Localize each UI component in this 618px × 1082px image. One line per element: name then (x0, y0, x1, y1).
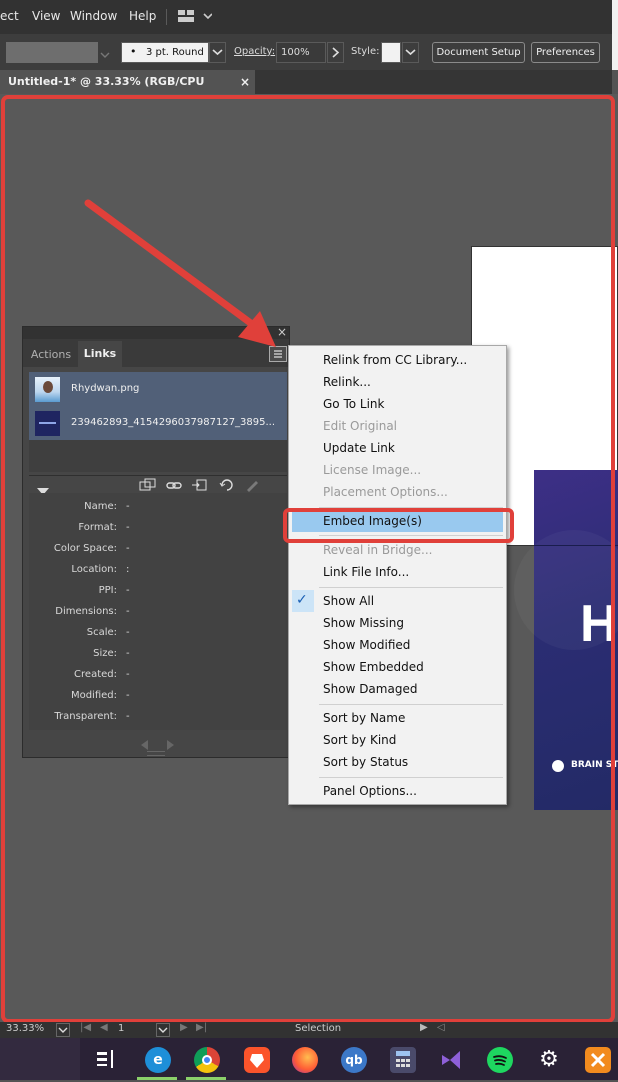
spotify-icon[interactable] (487, 1047, 513, 1073)
task-view-icon[interactable] (96, 1050, 116, 1072)
annotation-highlight-box (283, 508, 514, 543)
calculator-icon[interactable] (390, 1047, 416, 1073)
settings-icon[interactable]: ⚙ (536, 1047, 562, 1073)
menu-bar: ect View Window Help (0, 0, 618, 70)
menubar-divider (166, 9, 167, 25)
next-artboard-icon[interactable]: ▶ (180, 1022, 188, 1033)
stroke-weight-dropdown-icon[interactable] (100, 50, 110, 61)
graphic-style-dropdown[interactable] (402, 42, 419, 63)
status-menu-arrow-icon[interactable]: ▶ (420, 1022, 428, 1033)
brush-profile-dropdown[interactable] (209, 42, 226, 63)
last-artboard-icon[interactable]: ▶| (196, 1022, 207, 1033)
menu-item-view[interactable]: View (32, 9, 60, 23)
annotation-arrow-icon (84, 199, 276, 347)
document-setup-button[interactable]: Document Setup (432, 42, 525, 63)
control-bar: • 3 pt. Round Opacity: 100% Style: Docum… (0, 34, 612, 70)
windows-taskbar: e qb ⚙ (0, 1038, 618, 1080)
zoom-dropdown[interactable] (56, 1023, 70, 1037)
brush-dot-icon: • (130, 45, 137, 58)
menu-item-select[interactable]: ect (0, 9, 19, 23)
brush-profile-field[interactable]: • 3 pt. Round (121, 42, 209, 63)
chrome-icon[interactable] (194, 1047, 220, 1073)
previous-artboard-icon[interactable]: ◀ (100, 1022, 108, 1033)
edge-icon[interactable]: e (145, 1047, 171, 1073)
status-bar: 33.33% |◀ ◀ 1 ▶ ▶| Selection ▶ ◁ (0, 1022, 618, 1038)
preferences-button[interactable]: Preferences (531, 42, 600, 63)
visual-studio-icon[interactable] (438, 1047, 464, 1073)
opacity-label[interactable]: Opacity: (234, 46, 275, 57)
qbittorrent-icon[interactable]: qb (341, 1047, 367, 1073)
firefox-icon[interactable] (292, 1047, 318, 1073)
menu-item-help[interactable]: Help (129, 9, 156, 23)
scroll-left-icon[interactable]: ◁ (437, 1022, 445, 1033)
close-tab-icon[interactable]: × (240, 70, 250, 94)
xampp-icon[interactable] (585, 1047, 611, 1073)
graphic-style-swatch[interactable] (381, 42, 401, 63)
menu-item-window[interactable]: Window (70, 9, 117, 23)
document-tab-bar: Untitled-1* @ 33.33% (RGB/CPU Preview) × (0, 70, 612, 112)
window-edge (612, 0, 618, 70)
opacity-field[interactable]: 100% (276, 42, 326, 63)
zoom-level[interactable]: 33.33% (6, 1023, 44, 1034)
opacity-arrow[interactable] (327, 42, 344, 63)
taskbar-search-area[interactable] (0, 1038, 80, 1080)
style-label: Style: (351, 46, 380, 57)
artboard-dropdown[interactable] (156, 1023, 170, 1037)
first-artboard-icon[interactable]: |◀ (80, 1022, 91, 1033)
opacity-value: 100% (281, 47, 310, 58)
brave-icon[interactable] (244, 1047, 270, 1073)
current-tool-label: Selection (295, 1023, 342, 1034)
document-tab[interactable]: Untitled-1* @ 33.33% (RGB/CPU Preview) × (0, 70, 255, 112)
stroke-weight-field[interactable] (6, 42, 98, 63)
workspace-switcher-icon[interactable] (178, 10, 213, 27)
artboard-number[interactable]: 1 (118, 1023, 124, 1034)
brush-profile-label: 3 pt. Round (146, 47, 204, 58)
